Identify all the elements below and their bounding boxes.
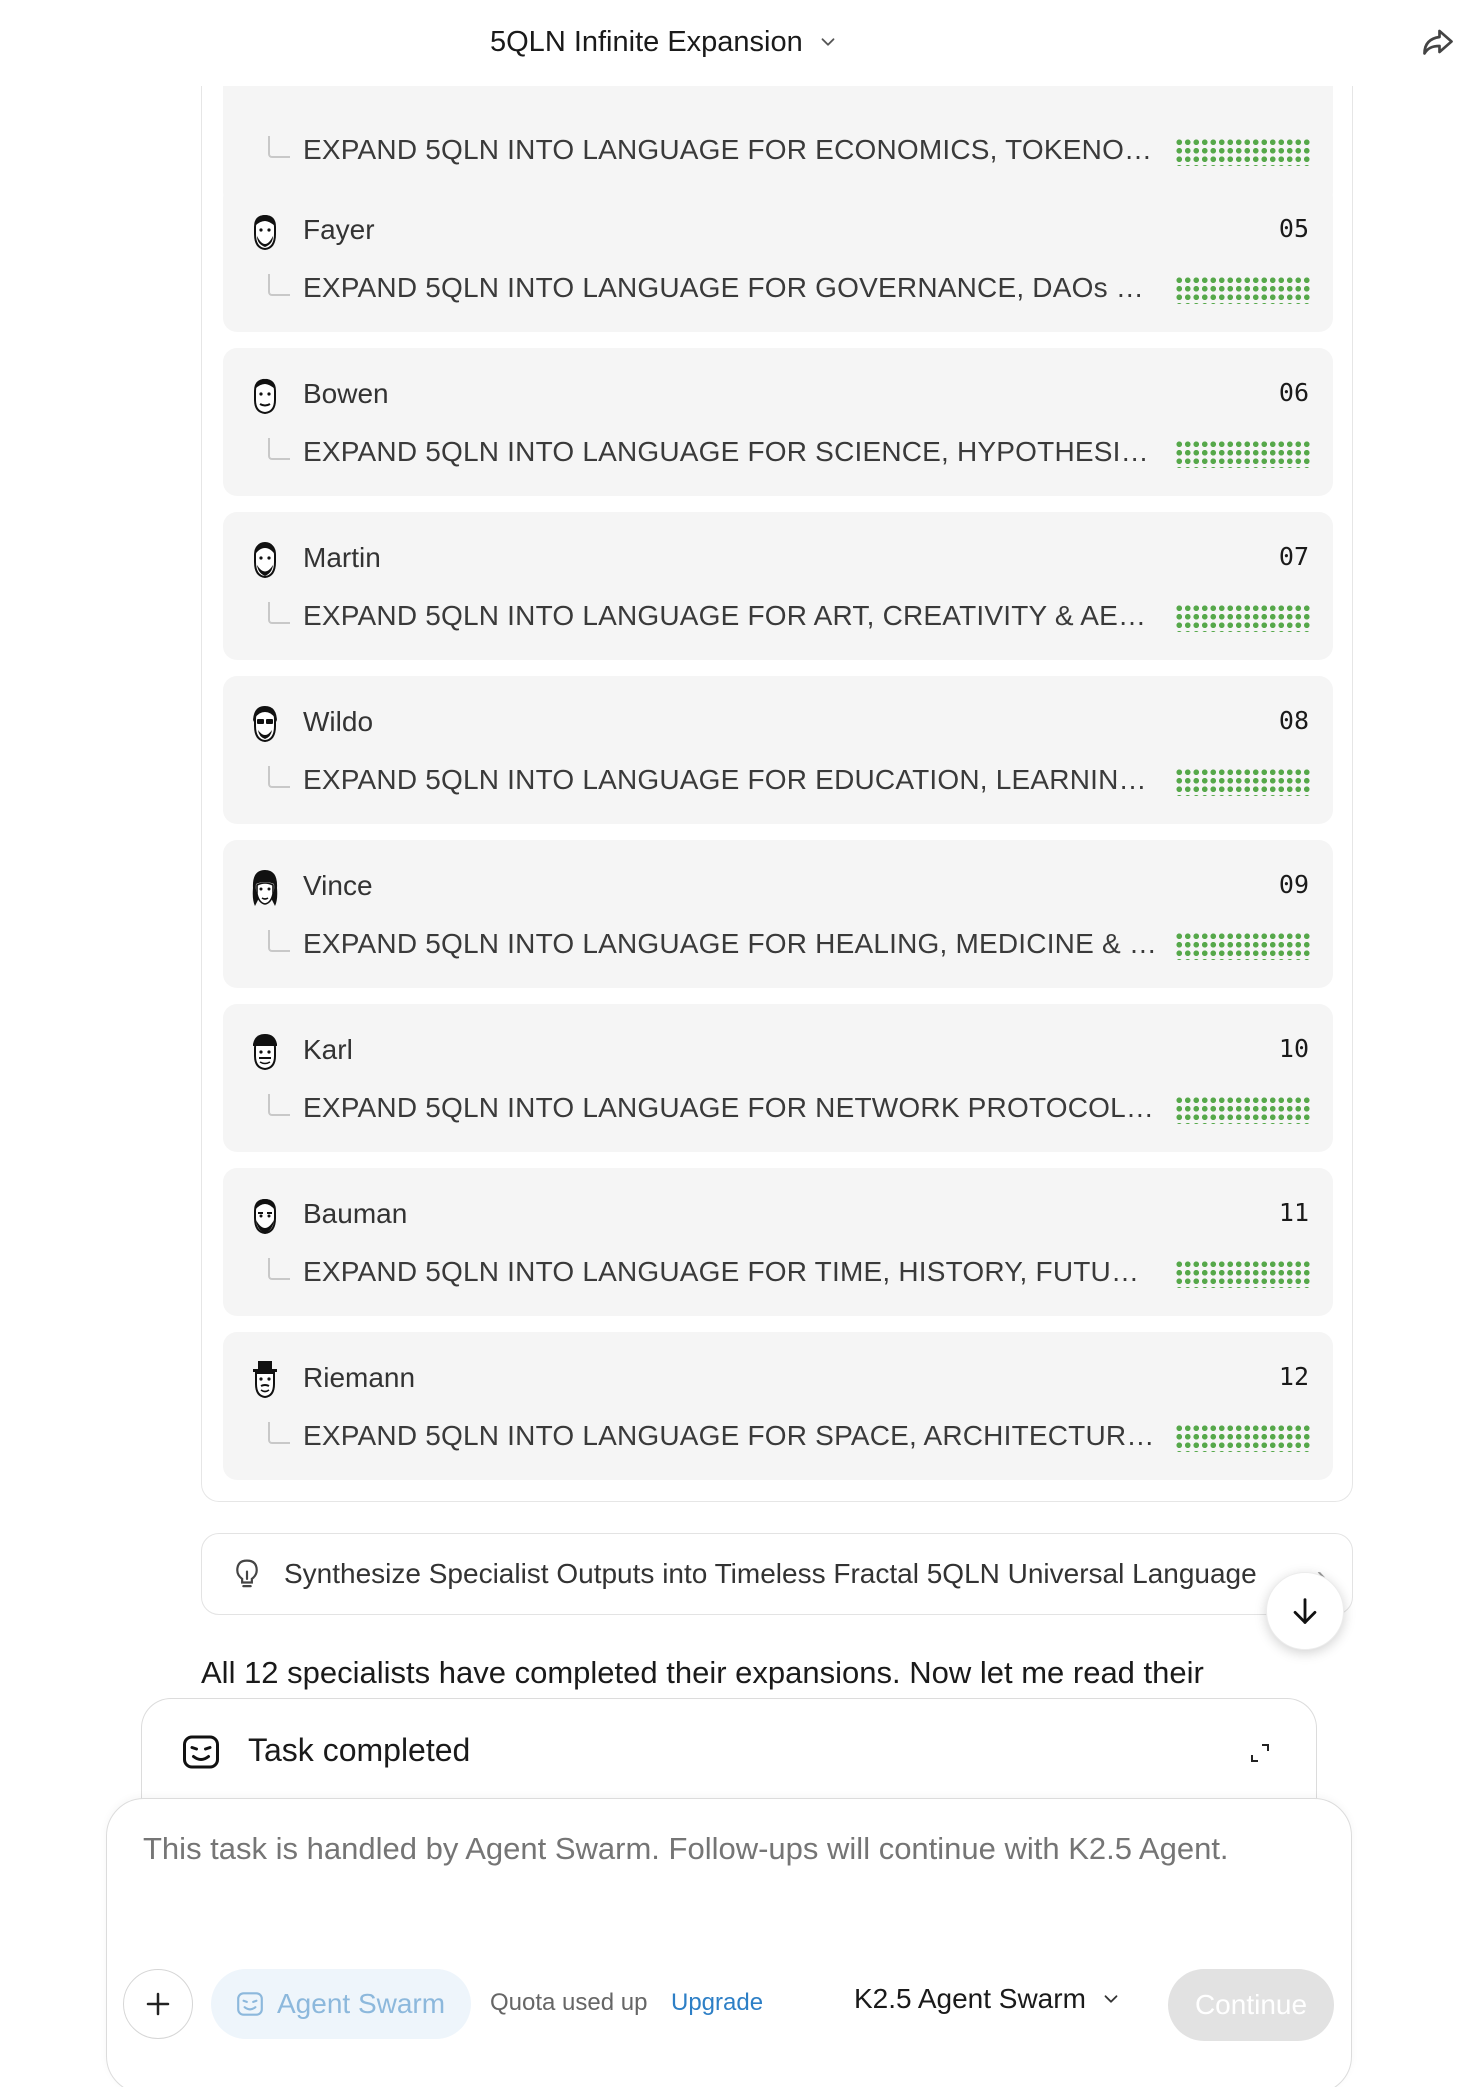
agent-number: 10 (1278, 1034, 1309, 1063)
agent-task: EXPAND 5QLN INTO LANGUAGE FOR ECONOMICS,… (303, 134, 1159, 165)
progress-grid (1175, 604, 1311, 632)
continue-button[interactable]: Continue (1168, 1969, 1334, 2041)
conversation-title: 5QLN Infinite Expansion (490, 25, 803, 58)
agent-name: Bowen (303, 378, 389, 409)
message-composer: Agent Swarm Quota used up Upgrade K2.5 A… (106, 1798, 1352, 2087)
branch-connector (268, 766, 290, 788)
agent-card[interactable]: Bauman 11 EXPAND 5QLN INTO LANGUAGE FOR … (223, 1168, 1333, 1316)
branch-connector (268, 274, 290, 296)
agent-name: Karl (303, 1034, 353, 1065)
top-bar: 5QLN Infinite Expansion (0, 0, 1458, 86)
progress-grid (1175, 276, 1311, 304)
model-selector[interactable]: K2.5 Agent Swarm (854, 1983, 1122, 2015)
agent-name: Riemann (303, 1362, 416, 1393)
agent-card[interactable]: Bowen 06 EXPAND 5QLN INTO LANGUAGE FOR S… (223, 348, 1333, 496)
agent-task: EXPAND 5QLN INTO LANGUAGE FOR TIME, HIST… (303, 1256, 1159, 1287)
avatar-icon (254, 542, 276, 579)
agent-number: 07 (1278, 542, 1309, 571)
upgrade-link[interactable]: Upgrade (671, 1989, 763, 2017)
quota-status: Quota used up (490, 1989, 648, 2016)
agent-number: 08 (1278, 706, 1309, 735)
conversation-title-dropdown[interactable]: 5QLN Infinite Expansion (490, 22, 839, 62)
agent-card[interactable]: Karl 10 EXPAND 5QLN INTO LANGUAGE FOR NE… (223, 1004, 1333, 1152)
branch-connector (268, 136, 290, 158)
share-icon (1423, 29, 1453, 55)
agent-card[interactable]: Vince 09 EXPAND 5QLN INTO LANGUAGE FOR H… (223, 840, 1333, 988)
agent-task: EXPAND 5QLN INTO LANGUAGE FOR GOVERNANCE… (303, 272, 1159, 303)
robot-icon (237, 1992, 263, 2016)
agent-name: Martin (303, 542, 381, 573)
progress-grid (1175, 932, 1311, 960)
agent-task: EXPAND 5QLN INTO LANGUAGE FOR ART, CREAT… (303, 600, 1159, 631)
arrow-down-icon (1293, 1598, 1317, 1624)
avatar-icon (253, 1034, 277, 1071)
avatar-icon (254, 378, 276, 415)
branch-connector (268, 1422, 290, 1444)
agent-number: 11 (1278, 1198, 1309, 1227)
agent-task: EXPAND 5QLN INTO LANGUAGE FOR SPACE, ARC… (303, 1420, 1159, 1451)
agent-card[interactable]: Martin 07 EXPAND 5QLN INTO LANGUAGE FOR … (223, 512, 1333, 660)
mode-label: Agent Swarm (277, 1988, 446, 2019)
agent-task: EXPAND 5QLN INTO LANGUAGE FOR HEALING, M… (303, 928, 1159, 959)
agent-number: 06 (1278, 378, 1309, 407)
progress-grid (1175, 1260, 1311, 1288)
branch-connector (268, 1258, 290, 1280)
agent-name: Bauman (303, 1198, 408, 1229)
branch-connector (268, 1094, 290, 1116)
synthesis-step[interactable]: Synthesize Specialist Outputs into Timel… (201, 1533, 1353, 1615)
plus-icon (146, 1992, 170, 2016)
agent-task: EXPAND 5QLN INTO LANGUAGE FOR SCIENCE, H… (303, 436, 1159, 467)
avatar-icon (254, 1198, 276, 1235)
progress-grid (1175, 138, 1311, 166)
robot-icon (183, 1735, 219, 1769)
task-status-card[interactable]: Task completed (141, 1698, 1317, 1808)
progress-grid (1175, 1096, 1311, 1124)
agent-card[interactable]: Fayer 05 EXPAND 5QLN INTO LANGUAGE FOR G… (223, 184, 1333, 332)
agent-card[interactable]: Wildo 08 EXPAND 5QLN INTO LANGUAGE FOR E… (223, 676, 1333, 824)
agent-name: Vince (303, 870, 373, 901)
agent-number: 09 (1278, 870, 1309, 899)
progress-grid (1175, 1424, 1311, 1452)
scroll-to-bottom-button[interactable] (1266, 1572, 1344, 1650)
agent-number: 05 (1278, 214, 1309, 243)
avatar-icon (253, 706, 277, 743)
avatar-icon (254, 214, 276, 251)
assistant-message: All 12 specialists have completed their … (201, 1655, 1204, 1690)
avatar-icon (252, 870, 278, 906)
agent-task: EXPAND 5QLN INTO LANGUAGE FOR EDUCATION,… (303, 764, 1159, 795)
synthesis-title: Synthesize Specialist Outputs into Timel… (284, 1558, 1257, 1589)
add-attachment-button[interactable] (123, 1969, 193, 2039)
agent-name: Wildo (303, 706, 374, 737)
agent-name: Fayer (303, 214, 375, 245)
task-status-label: Task completed (248, 1732, 471, 1768)
follow-up-input[interactable] (143, 1831, 1303, 1867)
avatar-icon (253, 1361, 277, 1399)
share-button[interactable] (1408, 18, 1458, 68)
agent-list: EXPAND 5QLN INTO LANGUAGE FOR ECONOMICS,… (201, 50, 1353, 1502)
branch-connector (268, 930, 290, 952)
branch-connector (268, 438, 290, 460)
agent-task: EXPAND 5QLN INTO LANGUAGE FOR NETWORK PR… (303, 1092, 1159, 1123)
progress-grid (1175, 768, 1311, 796)
lightbulb-icon (236, 1559, 258, 1588)
agent-card[interactable]: Riemann 12 EXPAND 5QLN INTO LANGUAGE FOR… (223, 1332, 1333, 1480)
agent-number: 12 (1278, 1362, 1309, 1391)
branch-connector (268, 602, 290, 624)
model-label: K2.5 Agent Swarm (854, 1983, 1086, 2014)
chevron-down-icon (1104, 1995, 1118, 2003)
chevron-down-icon (821, 38, 835, 46)
expand-icon[interactable] (1248, 1741, 1272, 1765)
progress-grid (1175, 440, 1311, 468)
agent-swarm-mode-chip[interactable]: Agent Swarm (211, 1969, 472, 2039)
